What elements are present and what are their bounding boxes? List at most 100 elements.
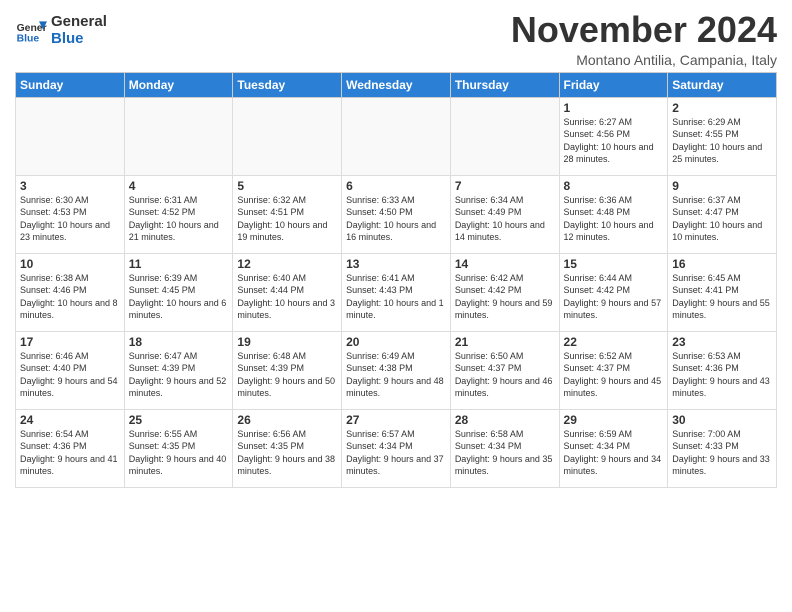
week-row-1: 3Sunrise: 6:30 AM Sunset: 4:53 PM Daylig… — [16, 175, 777, 253]
day-number: 12 — [237, 257, 337, 271]
day-cell: 11Sunrise: 6:39 AM Sunset: 4:45 PM Dayli… — [124, 253, 233, 331]
day-cell: 14Sunrise: 6:42 AM Sunset: 4:42 PM Dayli… — [450, 253, 559, 331]
day-info: Sunrise: 6:31 AM Sunset: 4:52 PM Dayligh… — [129, 194, 229, 244]
day-cell: 20Sunrise: 6:49 AM Sunset: 4:38 PM Dayli… — [342, 331, 451, 409]
day-number: 9 — [672, 179, 772, 193]
day-number: 2 — [672, 101, 772, 115]
header-cell-sunday: Sunday — [16, 72, 125, 97]
day-number: 30 — [672, 413, 772, 427]
day-cell — [233, 97, 342, 175]
day-number: 5 — [237, 179, 337, 193]
day-info: Sunrise: 6:54 AM Sunset: 4:36 PM Dayligh… — [20, 428, 120, 478]
day-number: 18 — [129, 335, 229, 349]
day-number: 13 — [346, 257, 446, 271]
day-number: 20 — [346, 335, 446, 349]
day-number: 4 — [129, 179, 229, 193]
day-info: Sunrise: 6:36 AM Sunset: 4:48 PM Dayligh… — [564, 194, 664, 244]
week-row-4: 24Sunrise: 6:54 AM Sunset: 4:36 PM Dayli… — [16, 409, 777, 487]
location: Montano Antilia, Campania, Italy — [511, 52, 777, 68]
day-cell: 4Sunrise: 6:31 AM Sunset: 4:52 PM Daylig… — [124, 175, 233, 253]
week-row-3: 17Sunrise: 6:46 AM Sunset: 4:40 PM Dayli… — [16, 331, 777, 409]
day-number: 22 — [564, 335, 664, 349]
day-cell: 12Sunrise: 6:40 AM Sunset: 4:44 PM Dayli… — [233, 253, 342, 331]
day-info: Sunrise: 6:53 AM Sunset: 4:36 PM Dayligh… — [672, 350, 772, 400]
day-cell: 10Sunrise: 6:38 AM Sunset: 4:46 PM Dayli… — [16, 253, 125, 331]
day-number: 28 — [455, 413, 555, 427]
day-cell: 19Sunrise: 6:48 AM Sunset: 4:39 PM Dayli… — [233, 331, 342, 409]
day-number: 16 — [672, 257, 772, 271]
day-info: Sunrise: 6:55 AM Sunset: 4:35 PM Dayligh… — [129, 428, 229, 478]
day-number: 17 — [20, 335, 120, 349]
day-info: Sunrise: 6:29 AM Sunset: 4:55 PM Dayligh… — [672, 116, 772, 166]
day-cell — [450, 97, 559, 175]
header-row: SundayMondayTuesdayWednesdayThursdayFrid… — [16, 72, 777, 97]
day-cell: 13Sunrise: 6:41 AM Sunset: 4:43 PM Dayli… — [342, 253, 451, 331]
day-cell: 25Sunrise: 6:55 AM Sunset: 4:35 PM Dayli… — [124, 409, 233, 487]
day-info: Sunrise: 6:30 AM Sunset: 4:53 PM Dayligh… — [20, 194, 120, 244]
day-cell: 8Sunrise: 6:36 AM Sunset: 4:48 PM Daylig… — [559, 175, 668, 253]
week-row-0: 1Sunrise: 6:27 AM Sunset: 4:56 PM Daylig… — [16, 97, 777, 175]
day-info: Sunrise: 6:48 AM Sunset: 4:39 PM Dayligh… — [237, 350, 337, 400]
day-cell — [124, 97, 233, 175]
day-number: 8 — [564, 179, 664, 193]
header-cell-monday: Monday — [124, 72, 233, 97]
day-number: 25 — [129, 413, 229, 427]
header-cell-thursday: Thursday — [450, 72, 559, 97]
day-cell: 5Sunrise: 6:32 AM Sunset: 4:51 PM Daylig… — [233, 175, 342, 253]
day-cell: 9Sunrise: 6:37 AM Sunset: 4:47 PM Daylig… — [668, 175, 777, 253]
day-info: Sunrise: 6:38 AM Sunset: 4:46 PM Dayligh… — [20, 272, 120, 322]
day-cell: 21Sunrise: 6:50 AM Sunset: 4:37 PM Dayli… — [450, 331, 559, 409]
day-number: 15 — [564, 257, 664, 271]
day-info: Sunrise: 6:27 AM Sunset: 4:56 PM Dayligh… — [564, 116, 664, 166]
day-cell: 6Sunrise: 6:33 AM Sunset: 4:50 PM Daylig… — [342, 175, 451, 253]
day-info: Sunrise: 6:56 AM Sunset: 4:35 PM Dayligh… — [237, 428, 337, 478]
day-cell: 3Sunrise: 6:30 AM Sunset: 4:53 PM Daylig… — [16, 175, 125, 253]
day-number: 29 — [564, 413, 664, 427]
day-number: 11 — [129, 257, 229, 271]
logo-icon: General Blue — [15, 15, 47, 47]
day-number: 27 — [346, 413, 446, 427]
day-cell: 29Sunrise: 6:59 AM Sunset: 4:34 PM Dayli… — [559, 409, 668, 487]
header: General Blue General Blue November 2024 … — [15, 10, 777, 68]
day-number: 7 — [455, 179, 555, 193]
month-title: November 2024 — [511, 10, 777, 50]
day-info: Sunrise: 6:33 AM Sunset: 4:50 PM Dayligh… — [346, 194, 446, 244]
day-info: Sunrise: 6:46 AM Sunset: 4:40 PM Dayligh… — [20, 350, 120, 400]
day-number: 1 — [564, 101, 664, 115]
day-info: Sunrise: 6:50 AM Sunset: 4:37 PM Dayligh… — [455, 350, 555, 400]
svg-text:Blue: Blue — [17, 33, 40, 44]
main-container: General Blue General Blue November 2024 … — [0, 0, 792, 493]
day-cell — [342, 97, 451, 175]
day-info: Sunrise: 6:59 AM Sunset: 4:34 PM Dayligh… — [564, 428, 664, 478]
logo-text-line1: General — [51, 14, 107, 31]
day-cell: 30Sunrise: 7:00 AM Sunset: 4:33 PM Dayli… — [668, 409, 777, 487]
day-cell: 27Sunrise: 6:57 AM Sunset: 4:34 PM Dayli… — [342, 409, 451, 487]
day-info: Sunrise: 6:49 AM Sunset: 4:38 PM Dayligh… — [346, 350, 446, 400]
day-number: 6 — [346, 179, 446, 193]
day-cell: 22Sunrise: 6:52 AM Sunset: 4:37 PM Dayli… — [559, 331, 668, 409]
day-info: Sunrise: 6:44 AM Sunset: 4:42 PM Dayligh… — [564, 272, 664, 322]
logo: General Blue General Blue — [15, 14, 107, 47]
day-number: 26 — [237, 413, 337, 427]
day-info: Sunrise: 6:45 AM Sunset: 4:41 PM Dayligh… — [672, 272, 772, 322]
day-cell: 24Sunrise: 6:54 AM Sunset: 4:36 PM Dayli… — [16, 409, 125, 487]
day-info: Sunrise: 7:00 AM Sunset: 4:33 PM Dayligh… — [672, 428, 772, 478]
calendar-table: SundayMondayTuesdayWednesdayThursdayFrid… — [15, 72, 777, 488]
day-info: Sunrise: 6:57 AM Sunset: 4:34 PM Dayligh… — [346, 428, 446, 478]
day-cell: 26Sunrise: 6:56 AM Sunset: 4:35 PM Dayli… — [233, 409, 342, 487]
header-cell-wednesday: Wednesday — [342, 72, 451, 97]
day-cell: 18Sunrise: 6:47 AM Sunset: 4:39 PM Dayli… — [124, 331, 233, 409]
day-info: Sunrise: 6:52 AM Sunset: 4:37 PM Dayligh… — [564, 350, 664, 400]
day-info: Sunrise: 6:41 AM Sunset: 4:43 PM Dayligh… — [346, 272, 446, 322]
logo-text-line2: Blue — [51, 31, 107, 48]
day-cell: 15Sunrise: 6:44 AM Sunset: 4:42 PM Dayli… — [559, 253, 668, 331]
day-info: Sunrise: 6:32 AM Sunset: 4:51 PM Dayligh… — [237, 194, 337, 244]
header-cell-tuesday: Tuesday — [233, 72, 342, 97]
header-cell-saturday: Saturday — [668, 72, 777, 97]
day-number: 14 — [455, 257, 555, 271]
day-number: 21 — [455, 335, 555, 349]
day-cell: 16Sunrise: 6:45 AM Sunset: 4:41 PM Dayli… — [668, 253, 777, 331]
week-row-2: 10Sunrise: 6:38 AM Sunset: 4:46 PM Dayli… — [16, 253, 777, 331]
day-number: 24 — [20, 413, 120, 427]
day-number: 23 — [672, 335, 772, 349]
